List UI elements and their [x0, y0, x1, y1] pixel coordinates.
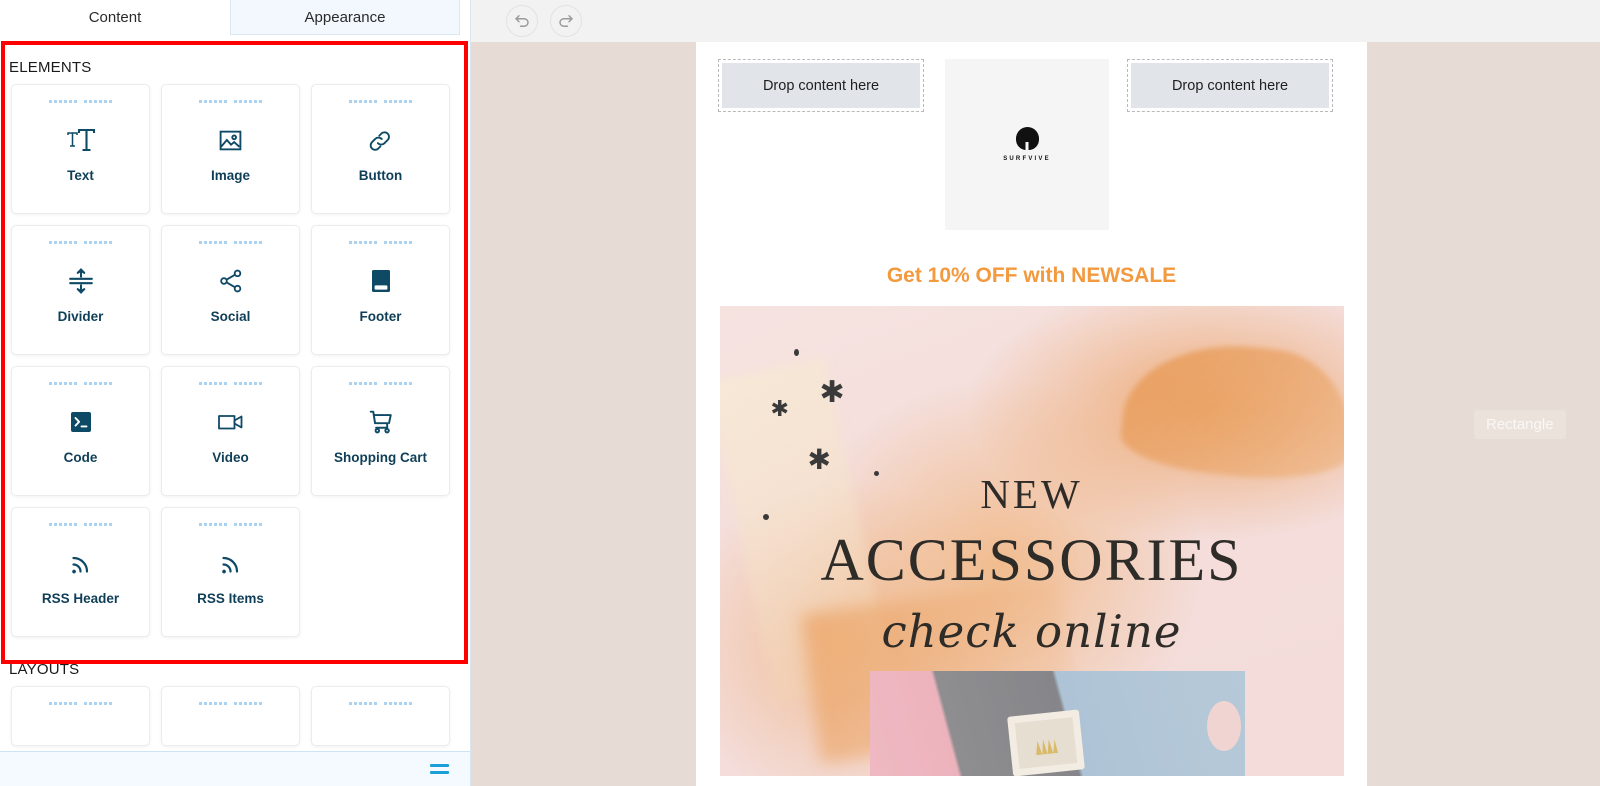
watercolor-shape-decor [1117, 334, 1344, 488]
elements-grid: Text Image Button Divider Social Footer … [0, 84, 470, 637]
element-card-shopping-cart[interactable]: Shopping Cart [311, 366, 450, 496]
shopping-cart-icon [368, 405, 394, 439]
element-card-label: Video [212, 450, 249, 465]
undo-arrow-icon [515, 15, 529, 27]
drop-zone-left-label: Drop content here [722, 63, 920, 108]
tab-strip-filler [460, 0, 470, 35]
hero-line-2: ACCESSORIES [820, 527, 1243, 593]
drop-zone-right-label: Drop content here [1131, 63, 1329, 108]
element-card-footer[interactable]: Footer [311, 225, 450, 355]
element-card-label: Divider [57, 309, 104, 324]
element-card-divider[interactable]: Divider [11, 225, 150, 355]
hero-product-photo [869, 671, 1245, 776]
redo-arrow-icon [559, 15, 573, 27]
terminal-icon [69, 405, 93, 439]
email-header-row: Drop content here SURFVIVE Drop content … [696, 42, 1367, 252]
list-lines-icon[interactable] [430, 764, 449, 774]
drop-zone-right[interactable]: Drop content here [1127, 59, 1333, 112]
element-card-label: Shopping Cart [334, 450, 427, 465]
jewelry-box-decor [1006, 709, 1085, 776]
element-card-code[interactable]: Code [11, 366, 150, 496]
element-card-rss-header[interactable]: RSS Header [11, 507, 150, 637]
drag-handle-dots [199, 702, 262, 705]
sparkle-icon: ✱ [770, 396, 789, 421]
dot-decor [793, 349, 799, 356]
element-card-label: Social [210, 309, 251, 324]
video-camera-icon [217, 405, 245, 439]
tab-appearance-label: Appearance [304, 8, 386, 26]
layout-card-1[interactable] [11, 686, 150, 746]
layout-card-2[interactable] [161, 686, 300, 746]
tab-content-label: Content [88, 8, 142, 26]
tab-appearance[interactable]: Appearance [230, 0, 460, 35]
drag-handle-dots [199, 523, 262, 526]
element-card-label: RSS Items [197, 591, 264, 606]
grid-empty-slot [311, 507, 450, 637]
sparkle-icon: ✱ [819, 376, 845, 409]
drag-handle-dots [349, 382, 412, 385]
divider-icon [68, 264, 94, 298]
drag-handle-dots [49, 100, 112, 103]
element-card-label: Text [67, 168, 94, 183]
editor-toolbar [471, 0, 1600, 42]
hero-line-3: check online [881, 605, 1182, 658]
image-icon [218, 123, 243, 157]
canvas-area: Drop content here SURFVIVE Drop content … [471, 0, 1600, 786]
element-card-label: Button [358, 168, 403, 183]
email-template-canvas[interactable]: Drop content here SURFVIVE Drop content … [696, 42, 1367, 786]
email-builder-app: Content Appearance ELEMENTS Text Image B… [0, 0, 1600, 786]
drag-handle-dots [349, 702, 412, 705]
element-card-video[interactable]: Video [161, 366, 300, 496]
redo-button[interactable] [550, 5, 582, 37]
undo-button[interactable] [506, 5, 538, 37]
element-card-label: RSS Header [41, 591, 120, 606]
element-card-button[interactable]: Button [311, 84, 450, 214]
logo-block[interactable]: SURFVIVE [945, 59, 1109, 230]
drag-handle-dots [199, 100, 262, 103]
element-card-label: Code [63, 450, 98, 465]
drag-handle-dots [199, 241, 262, 244]
drag-handle-dots [199, 382, 262, 385]
tab-content[interactable]: Content [0, 0, 230, 35]
layout-card-3[interactable] [311, 686, 450, 746]
photo-blob-decor [1206, 701, 1241, 751]
drag-handle-dots [49, 382, 112, 385]
drag-handle-dots [349, 100, 412, 103]
drag-handle-dots [49, 523, 112, 526]
promo-text-block[interactable]: Get 10% OFF with NEWSALE [696, 252, 1367, 306]
hero-text-group: NEW ACCESSORIES check online [720, 470, 1344, 658]
element-card-label: Footer [359, 309, 402, 324]
drag-handle-dots [349, 241, 412, 244]
element-card-rss-items[interactable]: RSS Items [161, 507, 300, 637]
drag-handle-dots [49, 702, 112, 705]
drop-zone-left[interactable]: Drop content here [718, 59, 924, 112]
layouts-grid [0, 686, 470, 746]
share-icon [218, 264, 244, 298]
hero-banner-image[interactable]: ✱ ✱ ✱ NEW ACCESSORIES check online [719, 306, 1344, 776]
rss-icon [69, 546, 93, 580]
sidebar-bottom-bar [0, 751, 470, 786]
sidebar-scroll-region[interactable]: ELEMENTS Text Image Button Divider Socia… [0, 35, 470, 751]
element-card-image[interactable]: Image [161, 84, 300, 214]
rectangle-overlay-label: Rectangle [1474, 410, 1566, 439]
element-card-social[interactable]: Social [161, 225, 300, 355]
left-sidebar-panel: Content Appearance ELEMENTS Text Image B… [0, 0, 471, 786]
sidebar-tabs: Content Appearance [0, 0, 470, 35]
drag-handle-dots [49, 241, 112, 244]
section-title-layouts: LAYOUTS [9, 661, 80, 678]
surfvive-logo-icon [1015, 127, 1039, 150]
link-icon [367, 123, 394, 157]
text-icon [66, 123, 96, 157]
section-title-elements: ELEMENTS [9, 59, 92, 76]
element-card-label: Image [210, 168, 251, 183]
hero-line-1: NEW [980, 471, 1083, 517]
footer-icon [370, 264, 392, 298]
element-card-text[interactable]: Text [11, 84, 150, 214]
logo-wordmark: SURFVIVE [1003, 156, 1051, 162]
rss-icon [219, 546, 243, 580]
